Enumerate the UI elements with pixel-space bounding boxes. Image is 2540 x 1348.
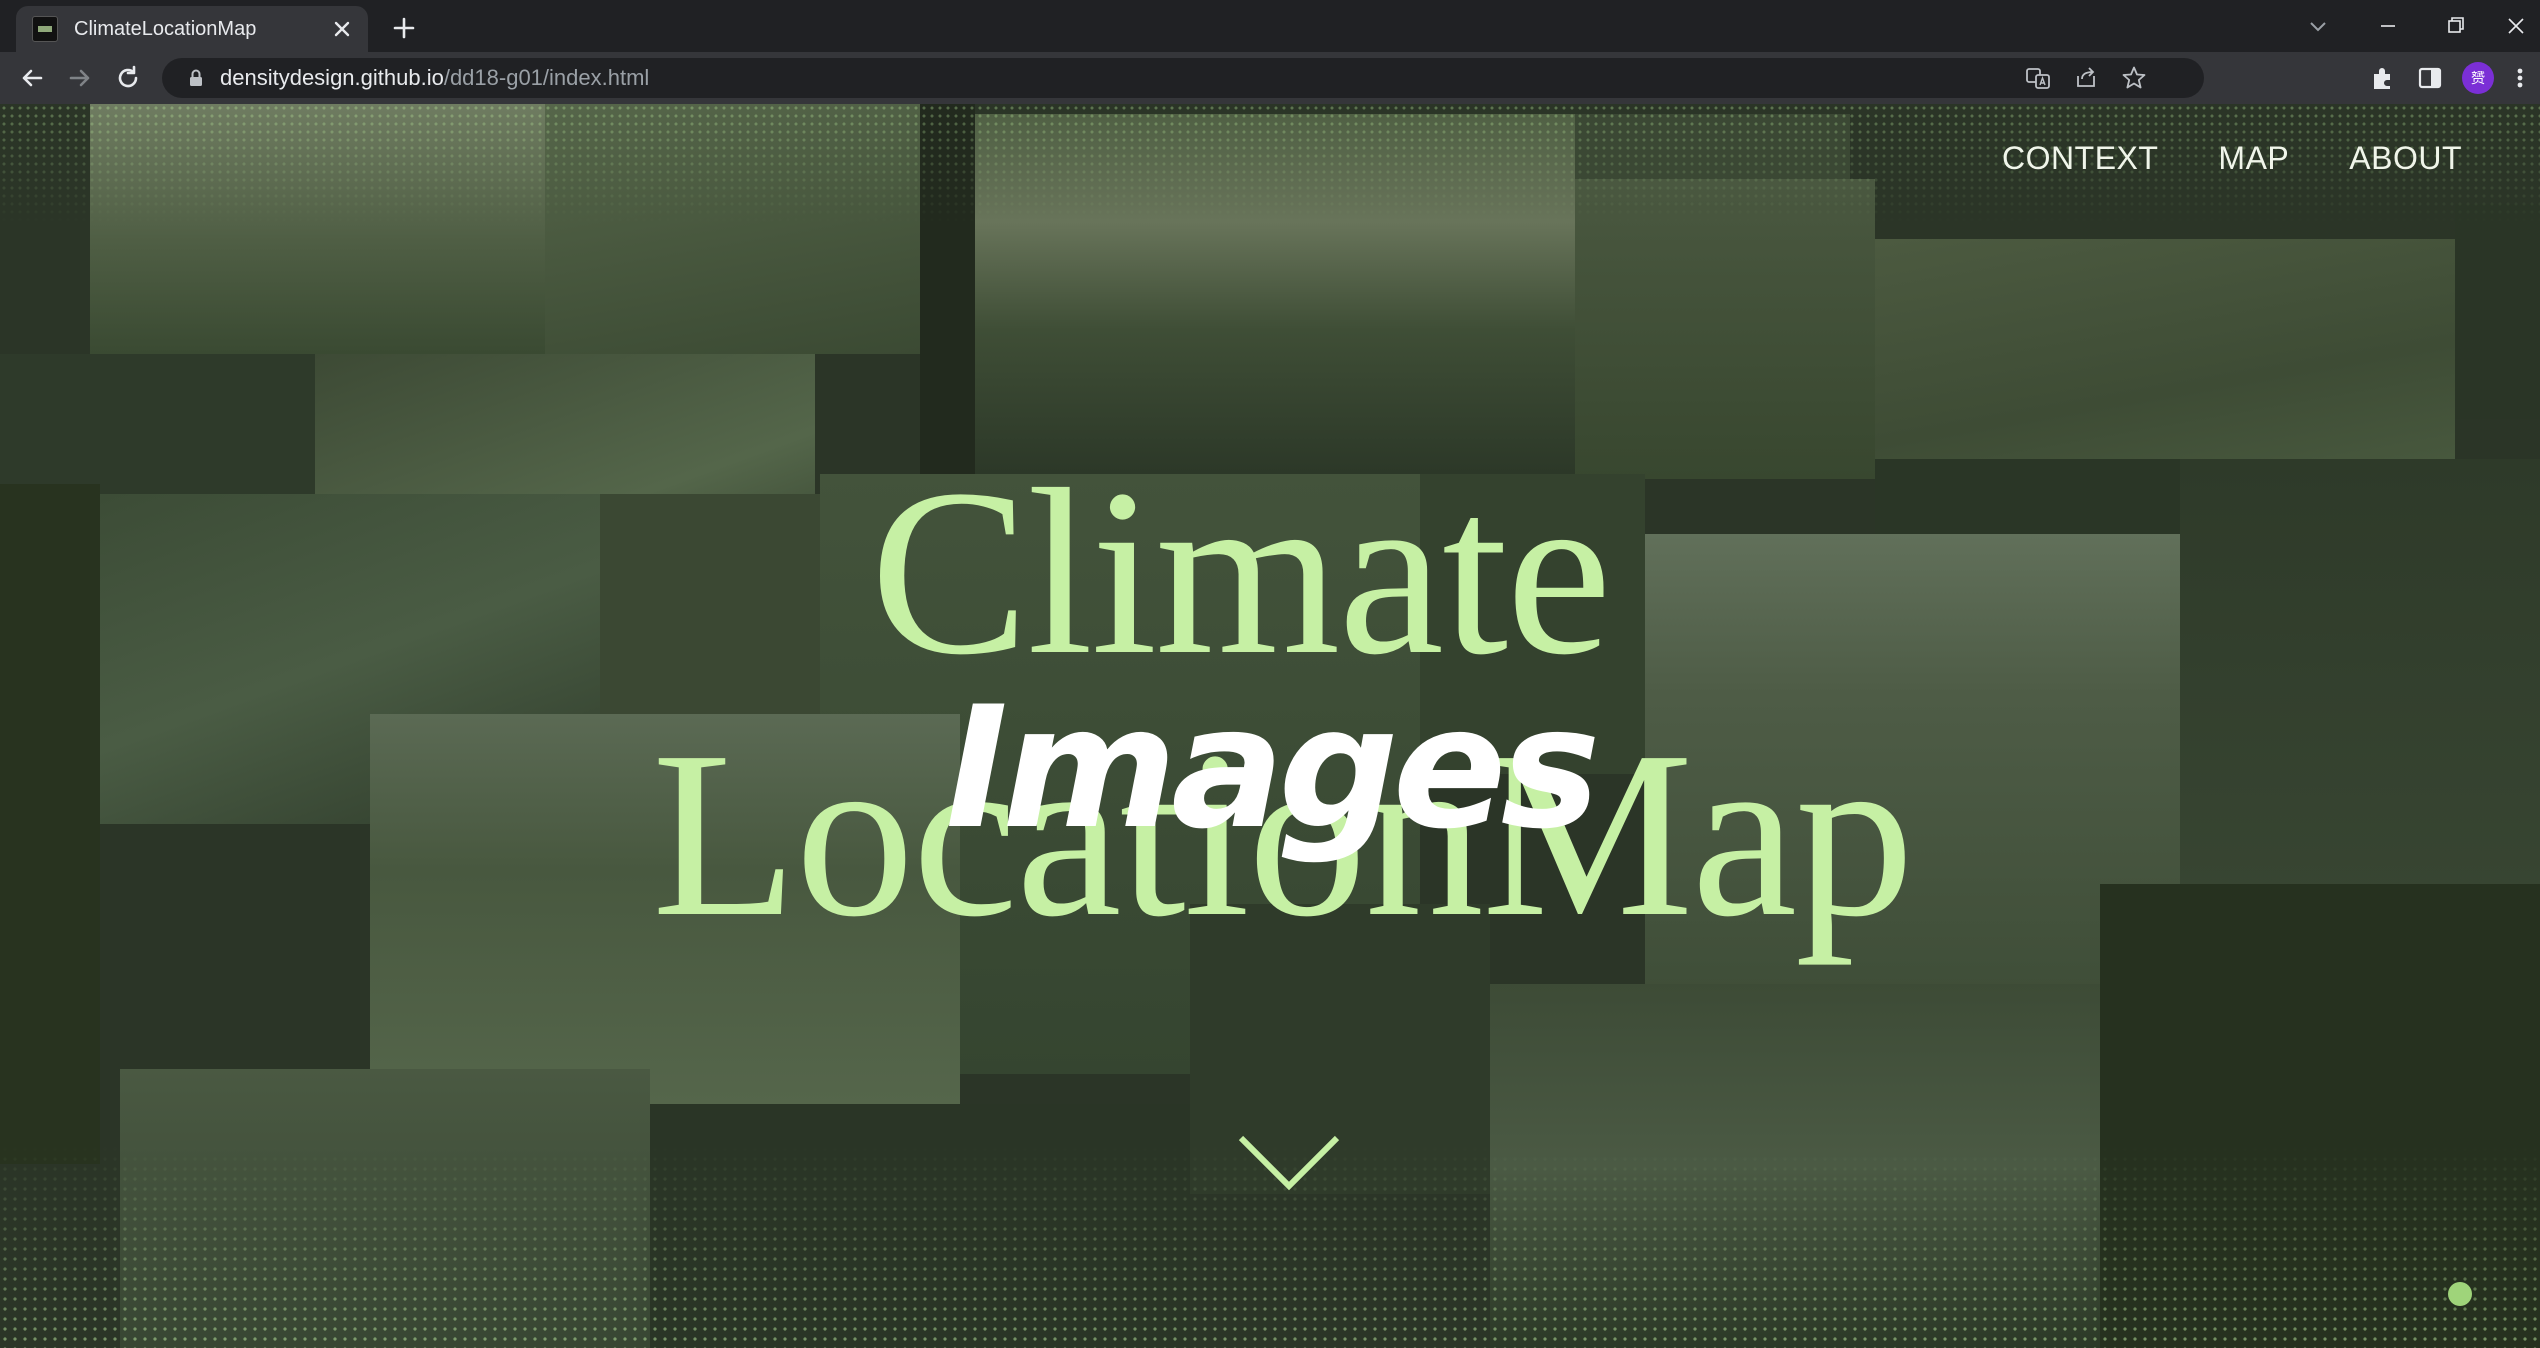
photo-tile (2455, 204, 2540, 419)
url-host: densitydesign.github.io (220, 65, 444, 90)
browser-tab[interactable]: ClimateLocationMap (16, 6, 368, 52)
browser-toolbar: densitydesign.github.io/dd18-g01/index.h… (0, 52, 2540, 104)
hero-section: CONTEXT MAP ABOUT Climate LocationMap Im… (0, 104, 2540, 1348)
side-panel-icon[interactable] (2414, 62, 2446, 94)
tab-strip: ClimateLocationMap (0, 0, 2540, 52)
new-tab-plus-icon[interactable] (388, 12, 420, 44)
status-dot (2448, 1282, 2472, 1306)
hero-title-climate: Climate (870, 441, 1612, 704)
minimize-icon[interactable] (2368, 6, 2408, 46)
url-text[interactable]: densitydesign.github.io/dd18-g01/index.h… (220, 65, 649, 91)
hero-title-images: Images (945, 670, 1600, 866)
site-nav: CONTEXT MAP ABOUT (2002, 140, 2462, 177)
nav-link-context[interactable]: CONTEXT (2002, 140, 2158, 177)
translate-icon[interactable] (2024, 64, 2052, 92)
profile-avatar[interactable]: 赟 (2462, 62, 2494, 94)
photo-tile (1875, 239, 2455, 479)
reload-icon[interactable] (112, 62, 144, 94)
menu-kebab-icon[interactable] (2510, 62, 2530, 94)
close-icon[interactable] (326, 13, 358, 45)
lock-icon[interactable] (184, 66, 208, 90)
site-favicon-icon (32, 16, 58, 42)
forward-arrow-icon[interactable] (64, 62, 96, 94)
tab-title: ClimateLocationMap (74, 17, 257, 40)
bookmark-star-icon[interactable] (2120, 64, 2148, 92)
chevron-down-icon[interactable] (1237, 1132, 1341, 1192)
window-close-icon[interactable] (2496, 6, 2536, 46)
nav-link-map[interactable]: MAP (2218, 140, 2289, 177)
tab-search-chevron-icon[interactable] (2298, 6, 2338, 46)
url-path: /dd18-g01/index.html (443, 65, 650, 90)
photo-tile (1575, 179, 1875, 479)
share-icon[interactable] (2072, 64, 2100, 92)
back-arrow-icon[interactable] (16, 62, 48, 94)
restore-icon[interactable] (2436, 6, 2476, 46)
nav-link-about[interactable]: ABOUT (2349, 140, 2462, 177)
address-bar[interactable]: densitydesign.github.io/dd18-g01/index.h… (162, 58, 2204, 98)
extensions-puzzle-icon[interactable] (2366, 62, 2398, 94)
